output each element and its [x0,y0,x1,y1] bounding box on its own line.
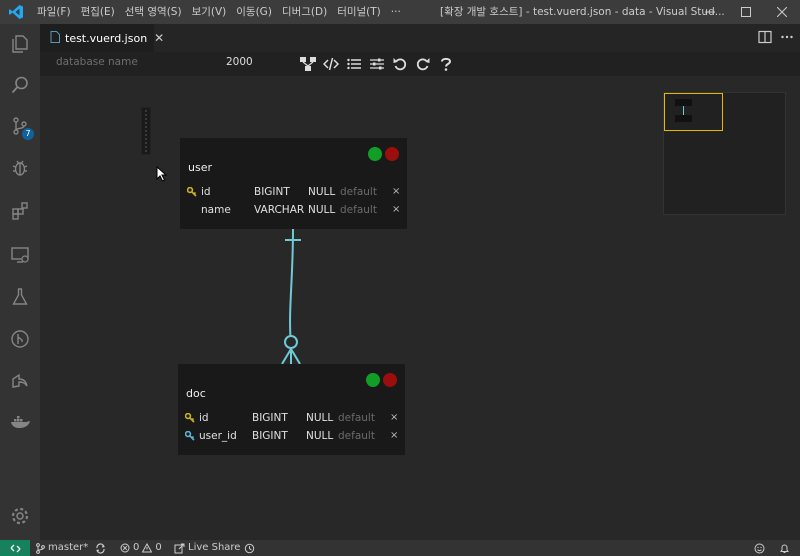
source-control-icon[interactable]: 7 [0,106,40,146]
menu-selection[interactable]: 선택 영역(S) [120,0,187,24]
foreign-key-icon [185,427,197,445]
minimap-viewport[interactable] [664,93,723,131]
column-name[interactable]: id [199,409,209,427]
column-type[interactable]: BIGINT [252,427,288,445]
explorer-icon[interactable] [0,24,40,64]
warning-count: 0 [155,542,162,553]
docker-icon[interactable] [0,402,40,442]
column-delete-button[interactable]: × [390,409,398,427]
column-delete-button[interactable]: × [390,427,398,445]
branch-name: master* [48,542,89,553]
table-delete-button[interactable] [385,147,399,161]
vscode-logo-icon [0,0,32,24]
editor-tab-bar: test.vuerd.json ✕ [40,24,800,52]
column-delete-button[interactable]: × [392,201,400,219]
column-null[interactable]: NULL [306,409,333,427]
table-name[interactable]: user [188,161,212,174]
menu-file[interactable]: 파일(F) [32,0,76,24]
live-share-icon[interactable] [0,361,40,401]
title-bar: 파일(F) 편집(E) 선택 영역(S) 보기(V) 이동(G) 디버그(D) … [0,0,800,24]
extensions-icon[interactable] [0,191,40,231]
branch-status[interactable]: master* [36,540,88,556]
split-editor-icon[interactable] [758,29,772,48]
minimize-button[interactable] [692,0,728,24]
table-add-column-button[interactable] [368,147,382,161]
primary-key-icon [187,183,199,201]
git-graph-icon[interactable] [0,319,40,359]
minimap[interactable] [663,92,786,215]
column-default[interactable]: default [340,183,377,201]
column-default[interactable]: default [338,427,375,445]
column-default[interactable]: default [340,201,377,219]
table-row: name VARCHAR NULL default × [180,201,407,219]
source-control-badge: 7 [22,128,34,140]
primary-key-icon [185,409,197,427]
menu-more[interactable]: ··· [386,0,406,24]
remote-explorer-icon[interactable] [0,235,40,275]
tab-label: test.vuerd.json [65,31,148,45]
table-row: user_id BIGINT NULL default × [178,427,405,445]
problems-status[interactable]: 0 0 [120,540,162,556]
error-count: 0 [133,542,140,553]
test-flask-icon[interactable] [0,277,40,317]
tab-close-icon[interactable]: ✕ [154,31,164,45]
notifications-bell-icon[interactable] [779,540,790,556]
column-name[interactable]: name [201,201,231,219]
column-delete-button[interactable]: × [392,183,400,201]
live-share-status-icon [174,543,185,553]
column-null[interactable]: NULL [308,183,335,201]
column-null[interactable]: NULL [308,201,335,219]
column-name[interactable]: id [201,183,211,201]
table-name[interactable]: doc [186,387,206,400]
git-branch-icon [36,542,45,554]
maximize-button[interactable] [728,0,764,24]
menu-edit[interactable]: 편집(E) [76,0,120,24]
table-add-column-button[interactable] [366,373,380,387]
live-share-status[interactable]: Live Share [174,540,240,556]
more-actions-icon[interactable] [780,29,794,48]
window-title: [확장 개발 호스트] - test.vuerd.json - data - V… [440,6,725,18]
column-type[interactable]: BIGINT [254,183,290,201]
column-default[interactable]: default [338,409,375,427]
live-share-label: Live Share [188,542,241,553]
menu-go[interactable]: 이동(G) [231,0,277,24]
table-user[interactable]: user id BIGINT NULL default × name VARCH… [180,138,407,229]
table-doc[interactable]: doc id BIGINT NULL default × user_id BIG… [178,364,405,455]
search-icon[interactable] [0,65,40,105]
column-type[interactable]: VARCHAR [254,201,304,219]
settings-gear-icon[interactable] [0,496,40,536]
tab-test-vuerd-json[interactable]: test.vuerd.json ✕ [40,24,164,52]
erd-editor: database name 2000 user id BIGINT NULL d… [40,52,800,540]
window-controls [692,0,800,24]
close-window-button[interactable] [764,0,800,24]
history-icon[interactable] [244,540,255,556]
table-row: id BIGINT NULL default × [180,183,407,201]
json-file-icon [50,30,60,46]
remote-indicator-icon[interactable] [0,540,30,556]
activity-bar: 7 [0,24,40,540]
menu-bar: 파일(F) 편집(E) 선택 영역(S) 보기(V) 이동(G) 디버그(D) … [32,0,406,24]
column-name[interactable]: user_id [199,427,237,445]
status-bar: master* 0 0 Live Share [0,540,800,556]
table-delete-button[interactable] [383,373,397,387]
column-type[interactable]: BIGINT [252,409,288,427]
menu-terminal[interactable]: 터미널(T) [332,0,386,24]
tab-actions [758,24,794,52]
column-null[interactable]: NULL [306,427,333,445]
menu-view[interactable]: 보기(V) [187,0,232,24]
warning-icon [142,543,153,553]
error-icon [120,543,130,553]
table-row: id BIGINT NULL default × [178,409,405,427]
feedback-smiley-icon[interactable] [754,540,765,556]
menu-debug[interactable]: 디버그(D) [277,0,332,24]
sync-icon[interactable] [95,540,106,556]
debug-icon[interactable] [0,148,40,188]
